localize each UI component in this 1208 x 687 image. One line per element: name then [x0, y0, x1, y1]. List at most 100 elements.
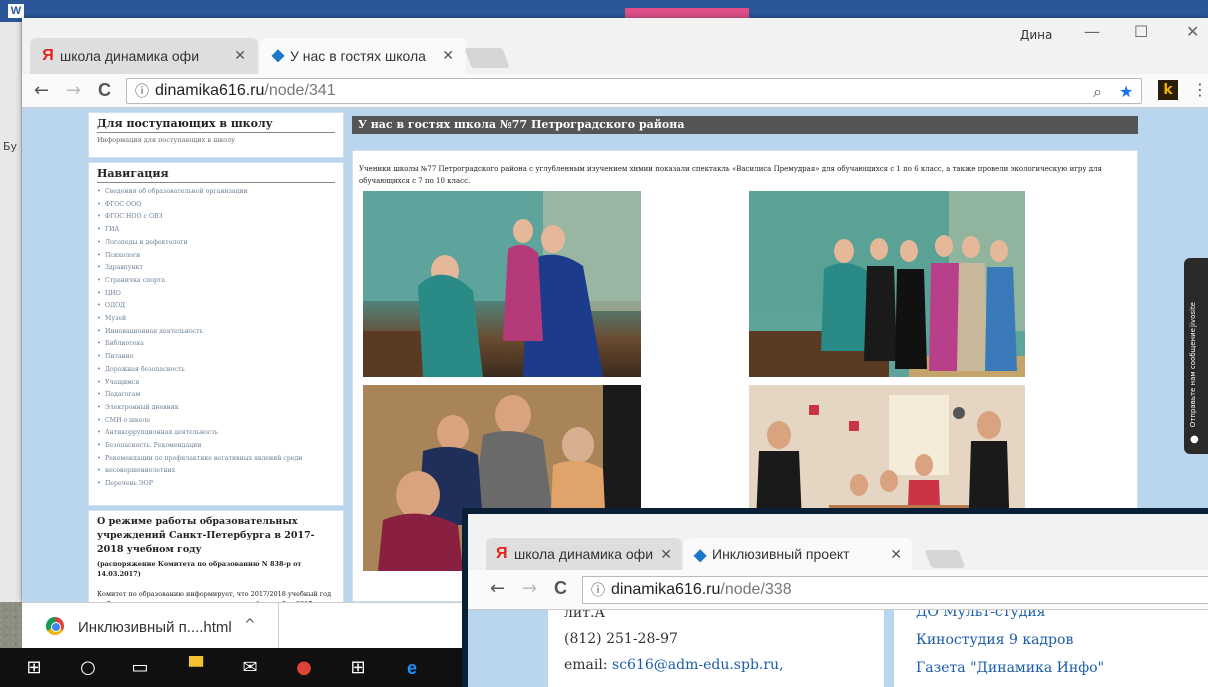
email-link[interactable]: sc616@adm-edu.spb.ru, [612, 657, 784, 673]
tab-label: школа динамика официа [60, 48, 200, 64]
nav-link[interactable]: ФГОС НОО с ОВЗ [97, 211, 335, 224]
browser-menu-icon[interactable]: ⋮ [1192, 80, 1208, 99]
school-mode-subtitle: (распоряжение Комитета по образованию N … [97, 560, 302, 578]
article-lead: Ученики школы №77 Петроградского района … [359, 165, 1102, 185]
contacts-block: лит.А (812) 251-28-97 email: sc616@adm-e… [548, 610, 884, 687]
tab-close-icon[interactable]: ✕ [890, 546, 902, 563]
new-tab-button[interactable] [464, 48, 510, 68]
studios-links: ДО Мульт-студия Киностудия 9 кадров Газе… [894, 610, 1208, 687]
tab-label: Инклюзивный проект [712, 546, 850, 562]
download-bar: Инклюзивный п....html ^ [22, 602, 462, 649]
article-title: У нас в гостях школа №77 Петроградского … [352, 116, 1138, 134]
word-side-text: Бу [3, 140, 18, 153]
tab-close-icon[interactable]: ✕ [442, 47, 454, 64]
url-path: /node/338 [720, 581, 792, 598]
event-photo-image [363, 191, 641, 377]
back-button[interactable]: ← [490, 578, 505, 599]
maximize-button[interactable]: ☐ [1134, 22, 1148, 41]
tab-close-icon[interactable]: ✕ [234, 47, 246, 64]
zoom-icon[interactable]: ⌕ [1093, 81, 1102, 105]
new-tab-button[interactable] [924, 550, 966, 568]
navigation-block: Навигация Сведения об образовательной ор… [88, 162, 344, 506]
bookmark-star-icon[interactable]: ★ [1119, 81, 1133, 105]
nav-link[interactable]: Педагогам [97, 389, 335, 402]
tab-bar-secondary: Я школа динамика официа ✕ ◆ Инклюзивный … [468, 514, 1208, 570]
nav-link[interactable]: Учащимся [97, 377, 335, 390]
applicants-block: Для поступающих в школу Информация для п… [88, 112, 344, 158]
address-bar-row: ← → C ⓘ dinamika616.ru/node/341 ⌕ ★ k ⋮ [22, 74, 1208, 108]
event-photo[interactable] [363, 191, 641, 377]
nav-link[interactable]: Питание [97, 351, 335, 364]
email-line: email: sc616@adm-edu.spb.ru, [564, 652, 884, 678]
link-mult-studio[interactable]: ДО Мульт-студия [916, 610, 1208, 626]
tab-yandex-search[interactable]: Я школа динамика официа ✕ [486, 538, 682, 570]
nav-link[interactable]: Страничка спорта [97, 275, 335, 288]
nav-link[interactable]: Рекомендации по профилактике негативных … [97, 453, 335, 466]
url-input[interactable]: ⓘ dinamika616.ru/node/341 ⌕ ★ [126, 78, 1142, 104]
nav-link[interactable]: Музей [97, 313, 335, 326]
yandex-icon: Я [42, 47, 54, 64]
nav-link[interactable]: Антикоррупционная деятельность [97, 427, 335, 440]
reload-button[interactable]: C [98, 80, 111, 101]
site-info-icon[interactable]: ⓘ [135, 79, 149, 103]
drupal-icon: ◆ [271, 47, 285, 64]
search-icon[interactable]: ○ [76, 656, 100, 680]
nav-link[interactable]: Безопасность. Рекомендации [97, 440, 335, 453]
address-bar-row-secondary: ← → C ⓘ dinamika616.ru/node/338 [468, 570, 1208, 610]
forward-button[interactable]: → [66, 80, 81, 101]
nav-link[interactable]: Библиотека [97, 338, 335, 351]
link-film-studio[interactable]: Киностудия 9 кадров [916, 626, 1208, 654]
send-message-label: Отправьте нам сообщение [1189, 328, 1197, 428]
nav-link-continuation[interactable]: несовершеннолетних [97, 465, 335, 478]
mail-icon[interactable]: ✉ [238, 656, 262, 680]
tab-yandex-search[interactable]: Я школа динамика официа ✕ [30, 38, 258, 74]
download-file-name[interactable]: Инклюзивный п....html [78, 619, 232, 636]
url-input[interactable]: ⓘ dinamika616.ru/node/338 [582, 576, 1208, 604]
browser-window-secondary[interactable]: Я школа динамика официа ✕ ◆ Инклюзивный … [462, 508, 1208, 687]
feedback-chat-widget[interactable]: jivosite Отправьте нам сообщение ● [1184, 258, 1208, 454]
left-sidebar: Для поступающих в школу Информация для п… [88, 112, 344, 602]
chat-bubble-icon: ● [1190, 434, 1199, 445]
extension-k-icon[interactable]: k [1158, 80, 1178, 100]
profile-user-name[interactable]: Дина [1020, 28, 1052, 42]
back-button[interactable]: ← [34, 80, 49, 101]
nav-link[interactable]: Логопеды и дефектологи [97, 237, 335, 250]
tab-bar: Я школа динамика официа ✕ ◆ У нас в гост… [22, 18, 1208, 74]
tab-school-77-visit[interactable]: ◆ У нас в гостях школа №7 ✕ [260, 38, 466, 74]
site-info-icon[interactable]: ⓘ [591, 577, 605, 603]
link-newspaper[interactable]: Газета "Динамика Инфо" [916, 654, 1208, 682]
nav-link[interactable]: Электронный дневник [97, 402, 335, 415]
download-options-chevron-icon[interactable]: ^ [244, 617, 256, 633]
nav-link[interactable]: Дорожная безопасность [97, 364, 335, 377]
task-view-icon[interactable]: ▭ [128, 656, 152, 680]
nav-link[interactable]: СМИ о школе [97, 415, 335, 428]
nav-link[interactable]: Инновационная деятельность [97, 326, 335, 339]
minimize-button[interactable]: — [1084, 22, 1100, 41]
url-domain: dinamika616.ru [611, 581, 721, 598]
store-icon[interactable]: ⊞ [346, 656, 370, 680]
school-mode-text: Комитет по образованию информирует, что … [97, 590, 332, 602]
applicants-link[interactable]: Информация для поступающих в школу [97, 136, 335, 144]
tab-close-icon[interactable]: ✕ [660, 546, 672, 563]
event-photo[interactable] [749, 191, 1025, 377]
nav-link[interactable]: ОДОД [97, 300, 335, 313]
school-mode-block: О режиме работы образовательных учрежден… [88, 510, 344, 602]
nav-link[interactable]: Перечень ЭОР [97, 478, 335, 491]
chrome-icon[interactable]: ● [292, 656, 316, 680]
windows-start-icon[interactable]: ⊞ [22, 656, 46, 680]
nav-link[interactable]: Психологи [97, 250, 335, 263]
nav-link[interactable]: ФГОС ООО [97, 199, 335, 212]
close-window-button[interactable]: ✕ [1186, 22, 1199, 41]
nav-link[interactable]: Сведения об образовательной организации [97, 186, 335, 199]
word-icon[interactable]: W [8, 4, 24, 18]
nav-link[interactable]: ГИА [97, 224, 335, 237]
reload-button[interactable]: C [554, 578, 567, 599]
edge-icon[interactable]: e [400, 656, 424, 680]
forward-button[interactable]: → [522, 578, 537, 599]
nav-link[interactable]: Здравпункт [97, 262, 335, 275]
windows-taskbar: ⊞ ○ ▭ ▀ ✉ ● ⊞ e [0, 648, 462, 687]
file-explorer-icon[interactable]: ▀ [184, 656, 208, 680]
school-mode-title[interactable]: О режиме работы образовательных учрежден… [97, 515, 335, 557]
nav-link[interactable]: ЦИО [97, 288, 335, 301]
tab-inclusive-project[interactable]: ◆ Инклюзивный проект ✕ [684, 538, 912, 570]
